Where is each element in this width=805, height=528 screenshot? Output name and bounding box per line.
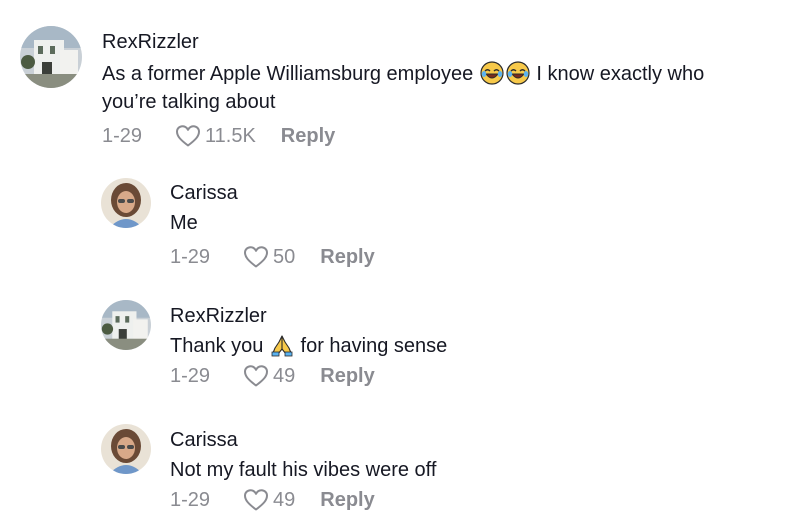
heart-icon [244, 365, 268, 387]
comment-text-part: for having sense [300, 335, 448, 357]
like-button[interactable]: 49 [243, 364, 295, 388]
comment-text: Not my fault his vibes were off [170, 459, 437, 481]
like-button[interactable]: 50 [243, 245, 295, 269]
folded-hands-emoji [270, 333, 294, 357]
comment-username[interactable]: RexRizzler [170, 304, 795, 328]
comment-body: Carissa Not my fault his vibes were off … [170, 428, 795, 516]
comment-meta: 1-29 11.5K Reply [102, 120, 795, 152]
joy-emoji [506, 61, 530, 85]
like-count: 11.5K [205, 124, 256, 147]
comment-date: 1-29 [170, 245, 211, 268]
avatar-image [20, 26, 82, 88]
avatar[interactable] [101, 178, 151, 228]
avatar-image [101, 178, 151, 228]
heart-icon [244, 489, 268, 511]
like-button[interactable]: 11.5K [175, 124, 256, 148]
comment-body: RexRizzler Thank you for having sense 1-… [170, 304, 795, 392]
comment-username[interactable]: RexRizzler [102, 30, 795, 54]
comment-date: 1-29 [170, 364, 211, 387]
comment-text-part: I know exactly who [536, 63, 705, 85]
comment-text: Thank you for having sense [170, 332, 795, 360]
comment-text-part: you’re talking about [102, 91, 276, 113]
comment-text: As a former Apple Williamsburg employee [102, 60, 795, 116]
like-count: 49 [273, 364, 296, 387]
avatar-image [101, 424, 151, 474]
reply-button[interactable]: Reply [281, 125, 335, 148]
avatar-image [101, 300, 151, 350]
reply-button[interactable]: Reply [320, 365, 374, 388]
heart-icon [244, 246, 268, 268]
avatar[interactable] [101, 300, 151, 350]
comment-text: Me [170, 212, 198, 234]
comment-body: RexRizzler As a former Apple Williamsbur… [102, 30, 795, 152]
reply-button[interactable]: Reply [320, 489, 374, 512]
comment-meta: 1-29 50 Reply [170, 241, 795, 273]
joy-emoji [480, 61, 504, 85]
reply-button[interactable]: Reply [320, 246, 374, 269]
comment-body: Carissa Me 1-29 50 Reply [170, 181, 795, 273]
like-button[interactable]: 49 [243, 488, 295, 512]
comment-text-part: As a former Apple Williamsburg employee [102, 63, 474, 85]
heart-icon [176, 125, 200, 147]
comment-meta: 1-29 49 Reply [170, 360, 795, 392]
comment-username[interactable]: Carissa [170, 181, 795, 205]
comment-username[interactable]: Carissa [170, 428, 795, 452]
comment-meta: 1-29 49 Reply [170, 484, 795, 516]
avatar[interactable] [20, 26, 82, 88]
like-count: 49 [273, 488, 296, 511]
avatar[interactable] [101, 424, 151, 474]
like-count: 50 [273, 245, 296, 268]
comment-date: 1-29 [170, 488, 211, 511]
comment-text-part: Thank you [170, 335, 264, 357]
comment-date: 1-29 [102, 124, 143, 147]
